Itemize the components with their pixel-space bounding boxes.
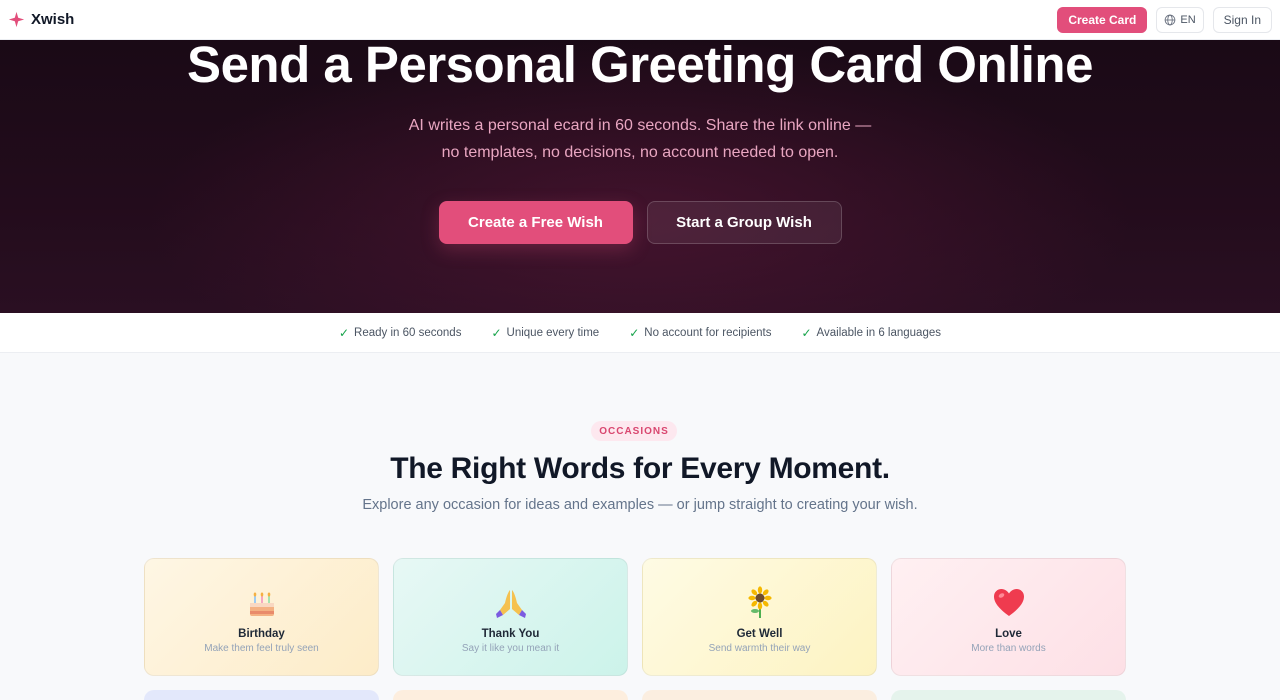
create-card-button[interactable]: Create Card — [1057, 6, 1148, 33]
occasion-card-get-well[interactable]: Get Well Send warmth their way — [642, 558, 877, 676]
feature-label: No account for recipients — [644, 326, 772, 339]
occasion-card-thank-you[interactable]: Thank You Say it like you mean it — [393, 558, 628, 676]
card-title: Get Well — [736, 628, 783, 640]
occasion-card-birthday[interactable]: Birthday Make them feel truly seen — [144, 558, 379, 676]
card-title: Love — [995, 628, 1022, 640]
feature-item: ✓ No account for recipients — [629, 326, 771, 340]
feature-item: ✓ Ready in 60 seconds — [339, 326, 461, 340]
hero-subtitle-line: AI writes a personal ecard in 60 seconds… — [408, 117, 872, 134]
sign-in-button[interactable]: Sign In — [1212, 6, 1272, 33]
feature-label: Unique every time — [506, 326, 600, 339]
check-icon: ✓ — [629, 325, 640, 340]
check-icon: ✓ — [801, 325, 812, 340]
brand[interactable]: Xwish — [8, 11, 74, 28]
hero-subtitle: AI writes a personal ecard in 60 seconds… — [0, 112, 1280, 166]
occasion-cards: Birthday Make them feel truly seen Thank… — [144, 558, 1126, 676]
card-title: Thank You — [481, 628, 540, 640]
section-subtitle: Explore any occasion for ideas and examp… — [362, 497, 918, 513]
globe-icon — [1165, 14, 1176, 25]
start-group-wish-button[interactable]: Start a Group Wish — [646, 201, 842, 244]
feature-label: Ready in 60 seconds — [354, 326, 462, 339]
praying-hands-icon — [495, 590, 526, 618]
sparkle-logo-icon — [8, 11, 25, 28]
occasions-section: OCCASIONS The Right Words for Every Mome… — [0, 353, 1280, 700]
check-icon: ✓ — [491, 325, 502, 340]
feature-item: ✓ Available in 6 languages — [801, 326, 941, 340]
language-label: EN — [1180, 13, 1196, 26]
brand-name: Xwish — [31, 11, 75, 28]
check-icon: ✓ — [338, 325, 350, 340]
section-title: The Right Words for Every Moment. — [390, 452, 890, 485]
sunflower-icon — [747, 586, 772, 618]
feature-item: ✓ Unique every time — [491, 326, 599, 340]
occasion-card-love[interactable]: Love More than words — [891, 558, 1126, 676]
hero-section: Send a Personal Greeting Card Online AI … — [0, 40, 1280, 313]
heart-icon — [993, 589, 1024, 616]
features-strip: ✓ Ready in 60 seconds ✓ Unique every tim… — [0, 313, 1280, 353]
birthday-cake-icon — [249, 592, 274, 616]
card-title: Birthday — [238, 628, 285, 640]
top-nav: Xwish Create Card EN Sign In — [0, 0, 1280, 40]
card-subtitle: Make them feel truly seen — [204, 643, 319, 654]
feature-label: Available in 6 languages — [816, 326, 941, 339]
card-subtitle: Say it like you mean it — [461, 643, 560, 654]
hero-subtitle-line: no templates, no decisions, no account n… — [441, 144, 839, 161]
card-subtitle: Send warmth their way — [708, 643, 811, 654]
hero-title: Send a Personal Greeting Card Online — [187, 40, 1093, 93]
create-free-wish-button[interactable]: Create a Free Wish — [438, 201, 633, 244]
language-selector[interactable]: EN — [1156, 6, 1204, 33]
card-subtitle: More than words — [971, 643, 1046, 654]
section-tag: OCCASIONS — [591, 421, 677, 441]
